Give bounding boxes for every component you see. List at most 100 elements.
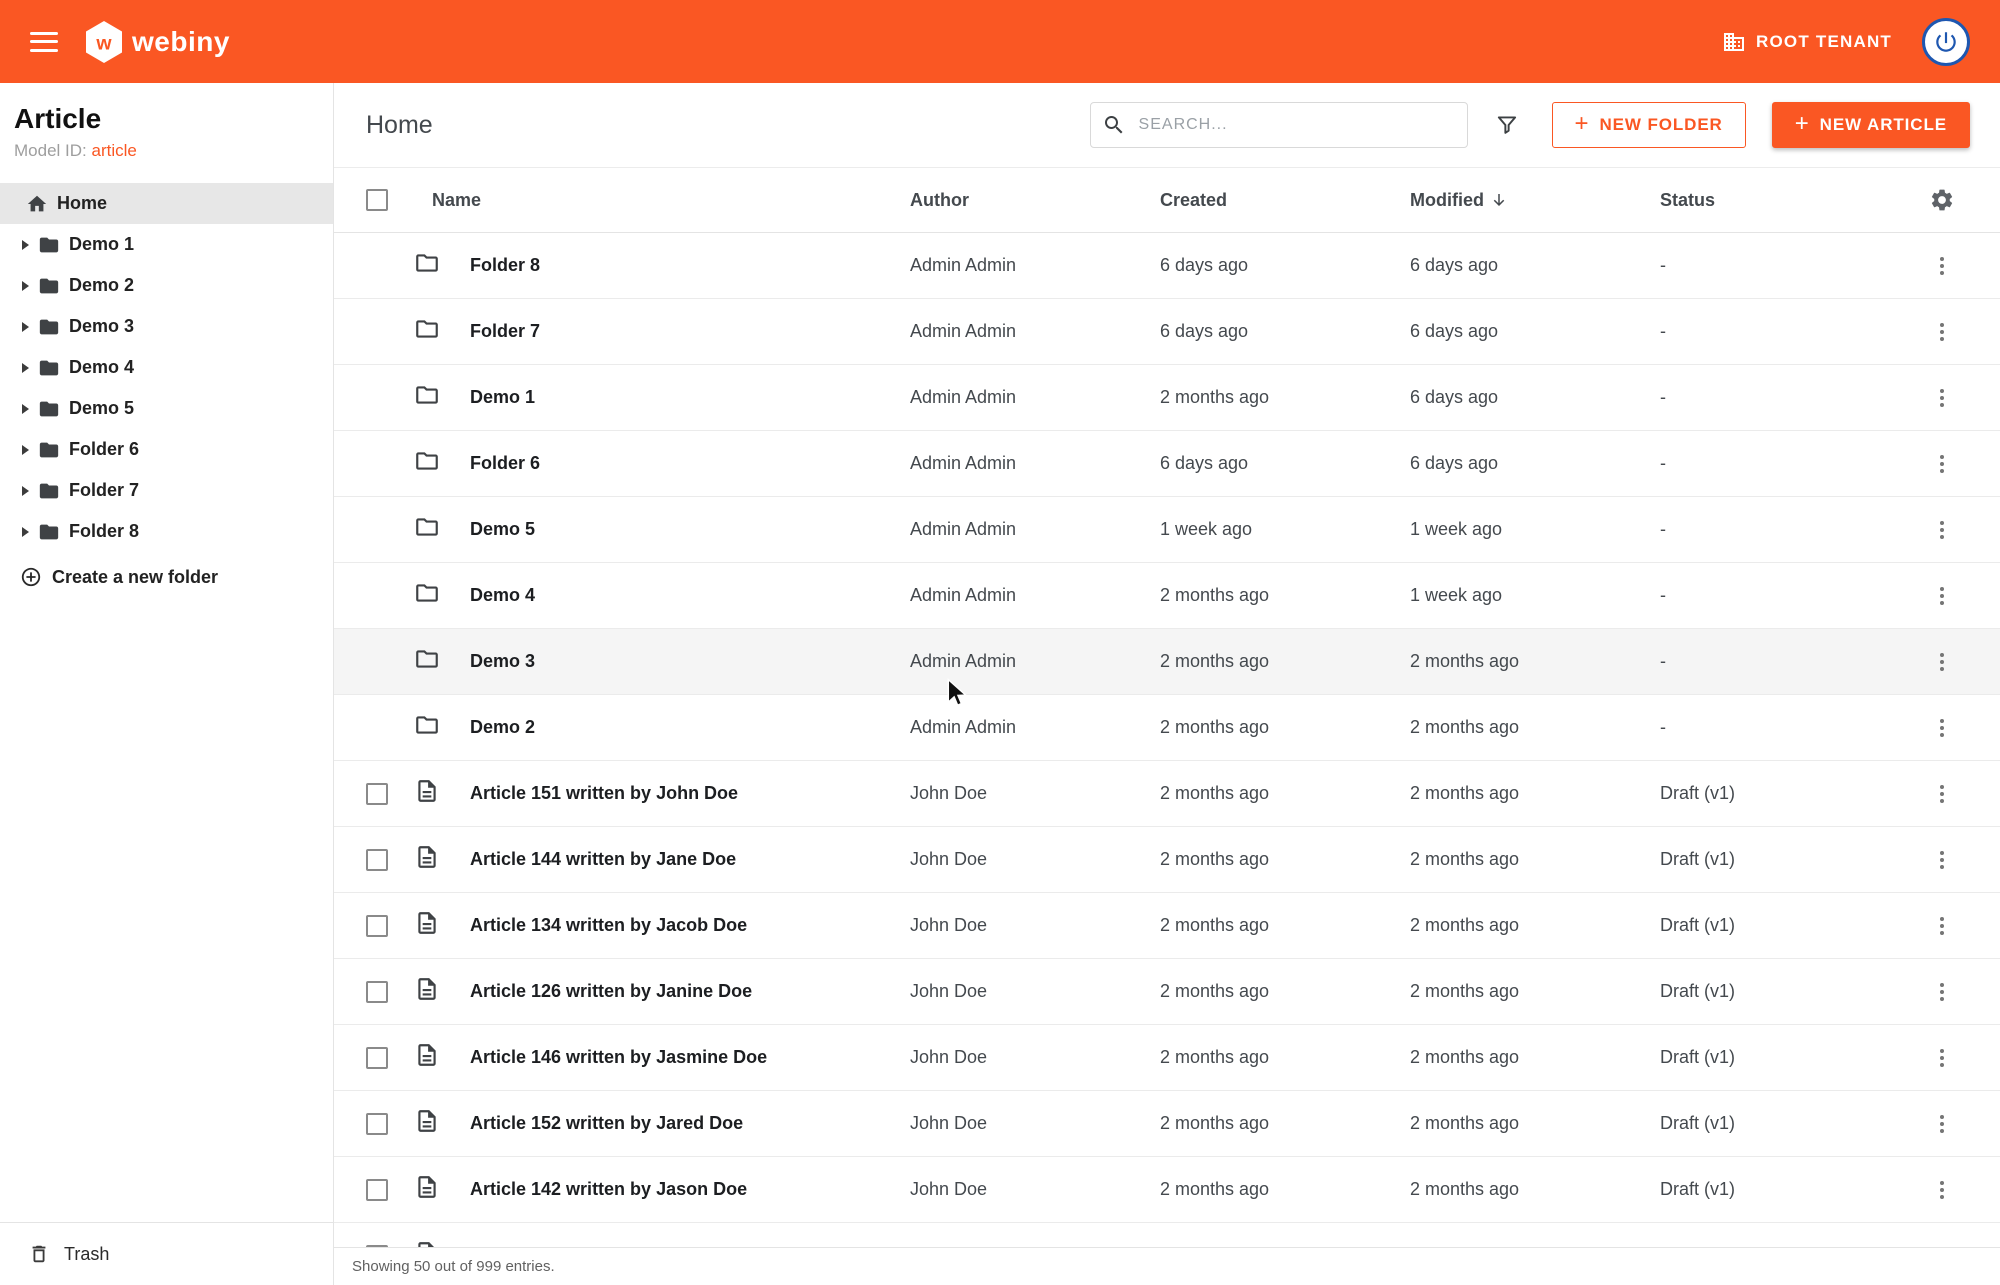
entry-name[interactable]: Demo 2 [458,717,910,738]
tree-item[interactable]: Folder 8 [0,511,333,552]
row-checkbox[interactable] [366,915,388,937]
article-file-icon [414,1042,440,1073]
chevron-right-icon[interactable] [22,281,29,291]
row-menu-kebab-icon[interactable] [1930,1178,1954,1202]
table-row[interactable] [334,1223,2000,1247]
entry-modified: 2 months ago [1410,1179,1660,1200]
column-modified[interactable]: Modified [1410,190,1660,211]
tree-item[interactable]: Folder 7 [0,470,333,511]
entry-name[interactable]: Article 134 written by Jacob Doe [458,915,910,936]
home-icon [26,193,48,215]
row-menu-kebab-icon[interactable] [1930,584,1954,608]
column-name[interactable]: Name [408,190,910,211]
row-menu-kebab-icon[interactable] [1930,980,1954,1004]
entry-name[interactable]: Folder 7 [458,321,910,342]
select-all-checkbox[interactable] [366,189,388,211]
table-row[interactable]: Folder 6 Admin Admin 6 days ago 6 days a… [334,431,2000,497]
entries-table: Folder 8 Admin Admin 6 days ago 6 days a… [334,233,2000,1247]
table-settings-gear-icon[interactable] [1929,187,1955,213]
column-created[interactable]: Created [1160,190,1410,211]
table-row[interactable]: Demo 1 Admin Admin 2 months ago 6 days a… [334,365,2000,431]
entry-name[interactable]: Folder 6 [458,453,910,474]
table-row[interactable]: Article 152 written by Jared Doe John Do… [334,1091,2000,1157]
row-menu-kebab-icon[interactable] [1930,1112,1954,1136]
chevron-right-icon[interactable] [22,240,29,250]
chevron-right-icon[interactable] [22,404,29,414]
chevron-right-icon[interactable] [22,363,29,373]
table-row[interactable]: Article 126 written by Janine Doe John D… [334,959,2000,1025]
tree-item[interactable]: Demo 5 [0,388,333,429]
entry-status: Draft (v1) [1660,849,1910,870]
row-menu-kebab-icon[interactable] [1930,848,1954,872]
entry-name[interactable]: Demo 3 [458,651,910,672]
entry-status: Draft (v1) [1660,783,1910,804]
table-row[interactable]: Folder 8 Admin Admin 6 days ago 6 days a… [334,233,2000,299]
table-row[interactable]: Folder 7 Admin Admin 6 days ago 6 days a… [334,299,2000,365]
tree-item[interactable]: Demo 3 [0,306,333,347]
tree-item[interactable]: Folder 6 [0,429,333,470]
entry-name[interactable]: Article 152 written by Jared Doe [458,1113,910,1134]
chevron-right-icon[interactable] [22,445,29,455]
entry-name[interactable]: Article 144 written by Jane Doe [458,849,910,870]
entry-created: 1 week ago [1160,519,1410,540]
row-checkbox[interactable] [366,1179,388,1201]
table-row[interactable]: Article 146 written by Jasmine Doe John … [334,1025,2000,1091]
model-id: Model ID: article [14,141,333,161]
row-menu-kebab-icon[interactable] [1930,518,1954,542]
create-folder-button[interactable]: Create a new folder [0,554,333,600]
column-status[interactable]: Status [1660,190,1910,211]
table-row[interactable]: Demo 5 Admin Admin 1 week ago 1 week ago… [334,497,2000,563]
table-row[interactable]: Demo 2 Admin Admin 2 months ago 2 months… [334,695,2000,761]
tree-item[interactable]: Demo 1 [0,224,333,265]
trash-button[interactable]: Trash [0,1222,333,1285]
row-menu-kebab-icon[interactable] [1930,254,1954,278]
row-menu-kebab-icon[interactable] [1930,914,1954,938]
row-checkbox[interactable] [366,1047,388,1069]
entry-status: - [1660,453,1910,474]
entry-name[interactable]: Demo 1 [458,387,910,408]
entry-name[interactable]: Article 146 written by Jasmine Doe [458,1047,910,1068]
new-article-button[interactable]: + NEW ARTICLE [1772,102,1970,148]
table-row[interactable]: Demo 3 Admin Admin 2 months ago 2 months… [334,629,2000,695]
entry-author: Admin Admin [910,717,1160,738]
row-menu-kebab-icon[interactable] [1930,452,1954,476]
webiny-logo[interactable]: w webiny [86,21,230,63]
row-checkbox[interactable] [366,783,388,805]
row-checkbox[interactable] [366,849,388,871]
chevron-right-icon[interactable] [22,527,29,537]
row-menu-kebab-icon[interactable] [1930,716,1954,740]
row-checkbox[interactable] [366,1113,388,1135]
table-row[interactable]: Article 142 written by Jason Doe John Do… [334,1157,2000,1223]
table-row[interactable]: Article 144 written by Jane Doe John Doe… [334,827,2000,893]
hamburger-menu-icon[interactable] [30,32,58,52]
entry-name[interactable]: Demo 5 [458,519,910,540]
entry-modified: 2 months ago [1410,1047,1660,1068]
row-checkbox[interactable] [366,981,388,1003]
chevron-right-icon[interactable] [22,486,29,496]
entry-name[interactable]: Article 142 written by Jason Doe [458,1179,910,1200]
table-row[interactable]: Article 151 written by John Doe John Doe… [334,761,2000,827]
table-row[interactable]: Article 134 written by Jacob Doe John Do… [334,893,2000,959]
entry-name[interactable]: Article 151 written by John Doe [458,783,910,804]
entry-name[interactable]: Article 126 written by Janine Doe [458,981,910,1002]
tree-item[interactable]: Demo 4 [0,347,333,388]
row-menu-kebab-icon[interactable] [1930,320,1954,344]
search-input[interactable] [1090,102,1468,148]
tree-item[interactable]: Demo 2 [0,265,333,306]
row-menu-kebab-icon[interactable] [1930,386,1954,410]
row-menu-kebab-icon[interactable] [1930,650,1954,674]
column-author[interactable]: Author [910,190,1160,211]
row-menu-kebab-icon[interactable] [1930,782,1954,806]
filter-button[interactable] [1494,112,1520,138]
tree-item[interactable]: Home [0,183,333,224]
tenant-selector[interactable]: ROOT TENANT [1722,30,1892,54]
entry-name[interactable]: Folder 8 [458,255,910,276]
row-menu-kebab-icon[interactable] [1930,1046,1954,1070]
table-row[interactable]: Demo 4 Admin Admin 2 months ago 1 week a… [334,563,2000,629]
new-folder-button[interactable]: + NEW FOLDER [1552,102,1746,148]
entry-author: Admin Admin [910,651,1160,672]
entry-name[interactable]: Demo 4 [458,585,910,606]
chevron-right-icon[interactable] [22,322,29,332]
user-avatar[interactable] [1922,18,1970,66]
row-type-icon [408,1042,458,1073]
